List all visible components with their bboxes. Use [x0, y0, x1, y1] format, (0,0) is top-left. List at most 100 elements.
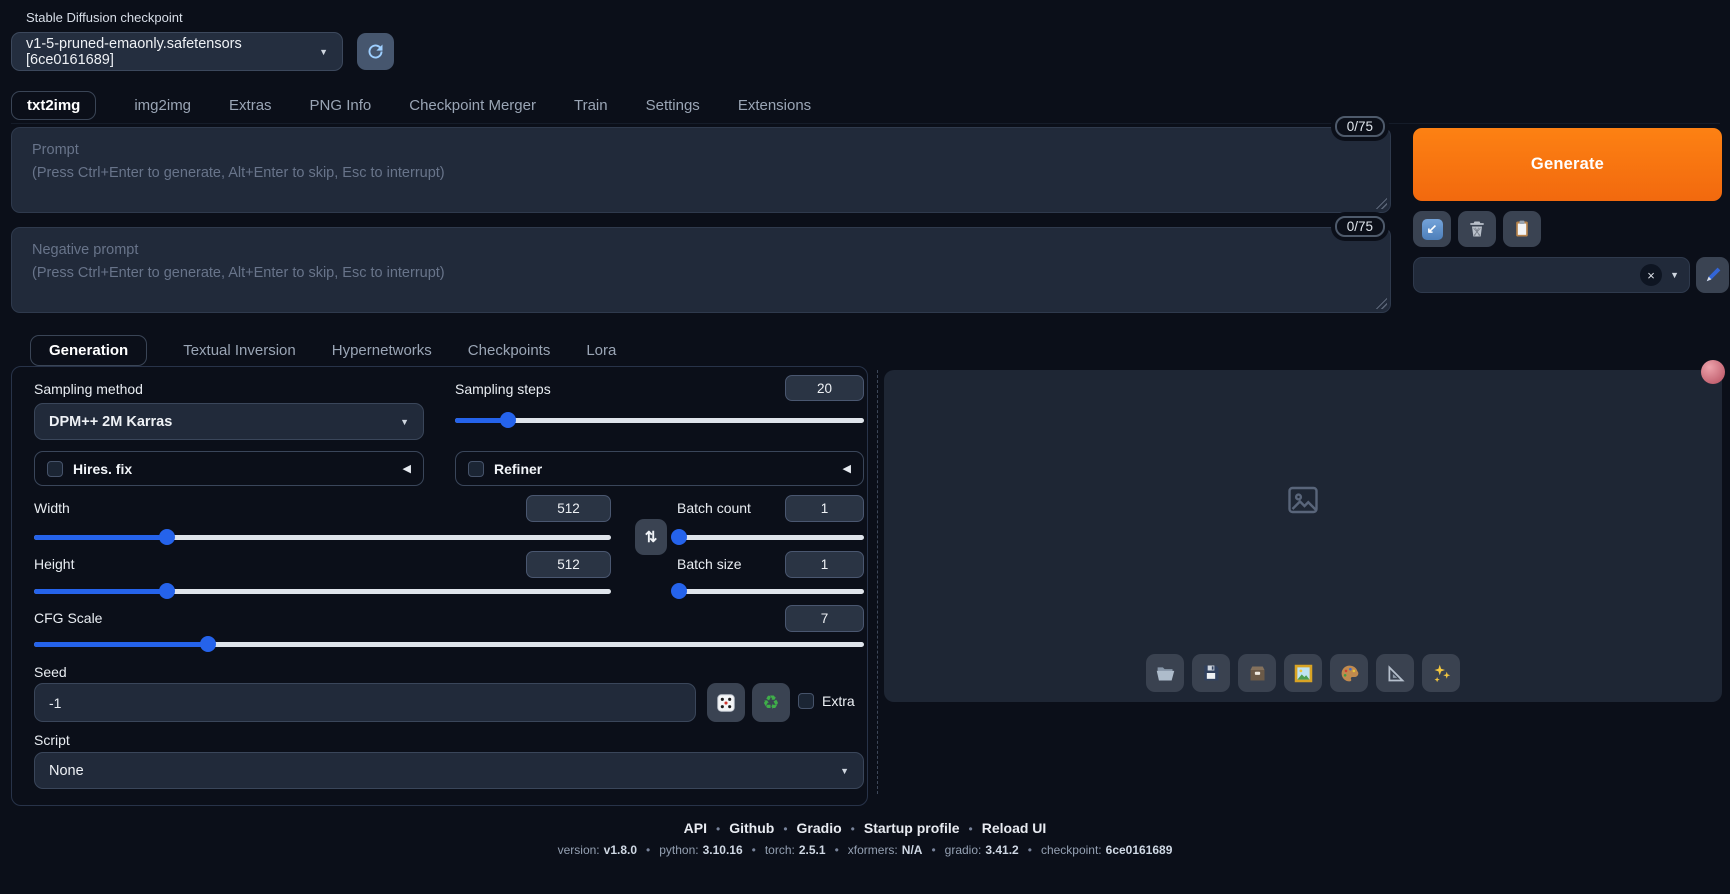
swap-width-height-button[interactable]: ⇅ [635, 519, 667, 555]
tab-img2img[interactable]: img2img [134, 97, 191, 114]
negative-prompt-input[interactable] [11, 227, 1391, 313]
subtab-hypernetworks[interactable]: Hypernetworks [332, 342, 432, 359]
generation-panel: Sampling method Sampling steps DPM++ 2M … [11, 366, 868, 806]
prompt-input[interactable] [11, 127, 1391, 213]
footer-link-reload-ui[interactable]: Reload UI [982, 820, 1047, 836]
footer-link-startup-profile[interactable]: Startup profile [864, 820, 960, 836]
main-tab-bar: txt2img img2img Extras PNG Info Checkpoint M… [11, 88, 1720, 124]
clipboard-icon [1516, 220, 1528, 237]
script-dropdown[interactable]: None ▼ [34, 752, 864, 789]
apply-styles-button[interactable] [1503, 211, 1541, 247]
refiner-label: Refiner [494, 460, 543, 477]
tab-checkpoint-merger[interactable]: Checkpoint Merger [409, 97, 536, 114]
refresh-checkpoints-button[interactable] [357, 33, 394, 70]
seed-input[interactable] [34, 683, 696, 722]
height-label: Height [34, 556, 75, 572]
save-image-button[interactable] [1192, 654, 1230, 692]
tab-png-info[interactable]: PNG Info [310, 97, 372, 114]
output-gallery [884, 370, 1722, 702]
tab-extensions[interactable]: Extensions [738, 97, 811, 114]
subtab-lora[interactable]: Lora [586, 342, 616, 359]
triangular-ruler-icon [1388, 664, 1405, 681]
send-to-inpaint-button[interactable] [1330, 654, 1368, 692]
footer-links: API • Github • Gradio • Startup profile • Reload… [0, 820, 1730, 836]
batch-size-label: Batch size [677, 556, 742, 572]
hires-fix-label: Hires. fix [73, 460, 133, 477]
random-seed-button[interactable] [707, 683, 745, 722]
framed-picture-icon [1294, 664, 1312, 682]
refiner-accordion[interactable]: Refiner ◀ [455, 451, 864, 486]
save-zip-button[interactable] [1238, 654, 1276, 692]
paintbrush-icon [1706, 267, 1720, 282]
tab-txt2img[interactable]: txt2img [11, 91, 97, 120]
collapse-left-icon: ◀ [402, 463, 411, 475]
clear-prompt-button[interactable] [1458, 211, 1496, 247]
sampling-method-value: DPM++ 2M Karras [49, 413, 173, 430]
clipped-pink-indicator [1701, 360, 1725, 384]
paste-generation-params-button[interactable]: ↙ [1413, 211, 1451, 247]
generate-button[interactable]: Generate [1413, 128, 1722, 201]
prompt-token-counter: 0/75 [1334, 116, 1385, 137]
card-file-box-icon [1250, 666, 1264, 680]
batch-size-value[interactable] [785, 551, 864, 578]
width-label: Width [34, 500, 70, 516]
styles-input[interactable] [1424, 266, 1633, 284]
resize-handle-icon[interactable] [1376, 298, 1387, 309]
cfg-scale-slider[interactable] [34, 635, 864, 653]
extra-networks-tab-bar: Generation Textual Inversion Hypernetworks… [30, 333, 616, 367]
footer: API • Github • Gradio • Startup profile • Reload… [0, 820, 1730, 857]
bullet-separator: • [968, 822, 973, 836]
version-value: 2.5.1 [798, 843, 826, 857]
batch-count-value[interactable] [785, 495, 864, 522]
refiner-checkbox[interactable] [468, 460, 484, 477]
checkpoint-dropdown[interactable]: v1-5-pruned-emaonly.safetensors [6ce0161… [11, 32, 343, 71]
gallery-toolbar [884, 654, 1722, 692]
sampling-steps-value[interactable] [785, 375, 864, 401]
sampling-steps-label: Sampling steps [455, 381, 551, 397]
footer-link-gradio[interactable]: Gradio [797, 820, 842, 836]
version-value: 3.41.2 [985, 843, 1019, 857]
height-slider[interactable] [34, 582, 611, 600]
subtab-textual-inversion[interactable]: Textual Inversion [183, 342, 296, 359]
batch-size-slider[interactable] [670, 582, 864, 600]
version-label: checkpoint: [1040, 843, 1102, 857]
footer-link-github[interactable]: Github [729, 820, 774, 836]
clear-styles-icon[interactable]: × [1640, 264, 1663, 286]
hires-fix-checkbox[interactable] [47, 460, 63, 477]
cfg-scale-value[interactable] [785, 605, 864, 632]
tab-settings[interactable]: Settings [646, 97, 700, 114]
sampling-method-dropdown[interactable]: DPM++ 2M Karras ▼ [34, 403, 424, 440]
send-to-extras-button[interactable] [1376, 654, 1414, 692]
subtab-checkpoints[interactable]: Checkpoints [468, 342, 551, 359]
footer-link-api[interactable]: API [684, 820, 707, 836]
resize-handle-icon[interactable] [1376, 198, 1387, 209]
bullet-separator: • [646, 843, 651, 857]
upscale-button[interactable] [1422, 654, 1460, 692]
edit-styles-button[interactable] [1696, 257, 1729, 293]
width-slider[interactable] [34, 528, 611, 546]
bullet-separator: • [850, 822, 855, 836]
version-label: xformers: [847, 843, 898, 857]
open-folder-button[interactable] [1146, 654, 1184, 692]
extra-seed-checkbox[interactable] [798, 693, 814, 709]
chevron-down-icon: ▼ [319, 46, 328, 57]
bullet-separator: • [716, 822, 721, 836]
bullet-separator: • [931, 843, 936, 857]
reuse-seed-button[interactable]: ♻ [752, 683, 790, 722]
script-value: None [49, 762, 84, 779]
prompt-tools: ↙ [1413, 211, 1541, 247]
tab-train[interactable]: Train [574, 97, 608, 114]
hires-fix-accordion[interactable]: Hires. fix ◀ [34, 451, 424, 486]
version-value: N/A [901, 843, 923, 857]
swap-arrows-icon: ⇅ [644, 529, 658, 546]
version-label: python: [659, 843, 699, 857]
sampling-steps-slider[interactable] [455, 411, 864, 429]
batch-count-slider[interactable] [670, 528, 864, 546]
tab-extras[interactable]: Extras [229, 97, 272, 114]
styles-dropdown[interactable]: × ▼ [1413, 257, 1690, 293]
bullet-separator: • [1027, 843, 1032, 857]
width-value[interactable] [526, 495, 611, 522]
height-value[interactable] [526, 551, 611, 578]
subtab-generation[interactable]: Generation [30, 334, 148, 366]
send-to-img2img-button[interactable] [1284, 654, 1322, 692]
